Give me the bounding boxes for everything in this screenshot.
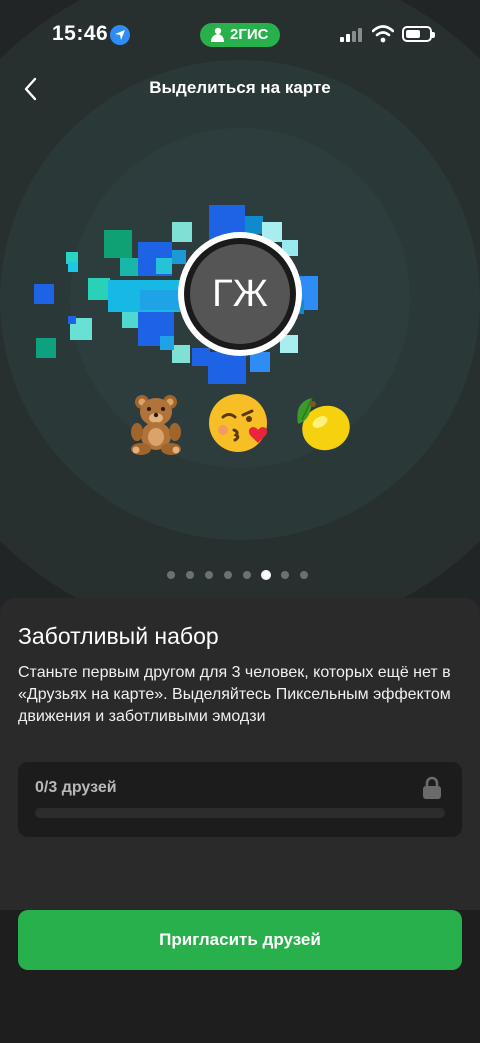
- pixel-block: [208, 352, 246, 384]
- avatar: ГЖ: [178, 232, 302, 356]
- page-dot[interactable]: [281, 571, 289, 579]
- card-title: Заботливый набор: [18, 623, 219, 649]
- page-dot[interactable]: [300, 571, 308, 579]
- pixel-block: [172, 345, 190, 363]
- page-dot[interactable]: [167, 571, 175, 579]
- duck-icon: [211, 27, 224, 42]
- pixel-block: [104, 230, 132, 258]
- pixel-block: [88, 278, 110, 300]
- progress-card: 0/3 друзей: [18, 762, 462, 837]
- pixel-block: [120, 258, 138, 276]
- wifi-icon: [372, 25, 394, 43]
- app-pill[interactable]: 2ГИС: [200, 23, 280, 47]
- pixel-block: [172, 222, 192, 242]
- avatar-initials: ГЖ: [190, 244, 290, 344]
- pixel-block: [68, 316, 76, 324]
- page-dot[interactable]: [186, 571, 194, 579]
- app-pill-label: 2ГИС: [230, 26, 269, 43]
- card-description: Станьте первым другом для 3 человек, кот…: [18, 664, 451, 725]
- pixel-block: [122, 312, 138, 328]
- pixel-block: [68, 262, 78, 272]
- battery-icon: [402, 26, 435, 42]
- pixel-block: [156, 258, 172, 274]
- status-time: 15:46: [52, 22, 109, 45]
- lock-icon: [423, 776, 441, 799]
- pixel-block: [172, 250, 186, 264]
- lemon-emoji: [290, 390, 356, 456]
- page-title: Выделиться на карте: [149, 78, 331, 97]
- invite-friends-button[interactable]: Пригласить друзей: [18, 910, 462, 970]
- kiss-emoji: [207, 390, 273, 456]
- pixel-block: [250, 352, 270, 372]
- cellular-signal-icon: [340, 28, 362, 42]
- page-dot[interactable]: [243, 571, 251, 579]
- progress-bar: [35, 808, 445, 818]
- progress-label: 0/3 друзей: [35, 779, 117, 796]
- page-dot[interactable]: [205, 571, 213, 579]
- pixel-block: [245, 216, 263, 234]
- page-dot[interactable]: [261, 570, 271, 580]
- teddy-bear-emoji: [124, 390, 190, 456]
- pixel-block: [160, 336, 174, 350]
- pixel-block: [140, 290, 180, 310]
- status-bar: 15:46 2ГИС: [0, 0, 480, 70]
- pixel-block: [36, 338, 56, 358]
- pixel-block: [34, 284, 54, 304]
- page-dot[interactable]: [224, 571, 232, 579]
- location-arrow-icon: [110, 25, 130, 45]
